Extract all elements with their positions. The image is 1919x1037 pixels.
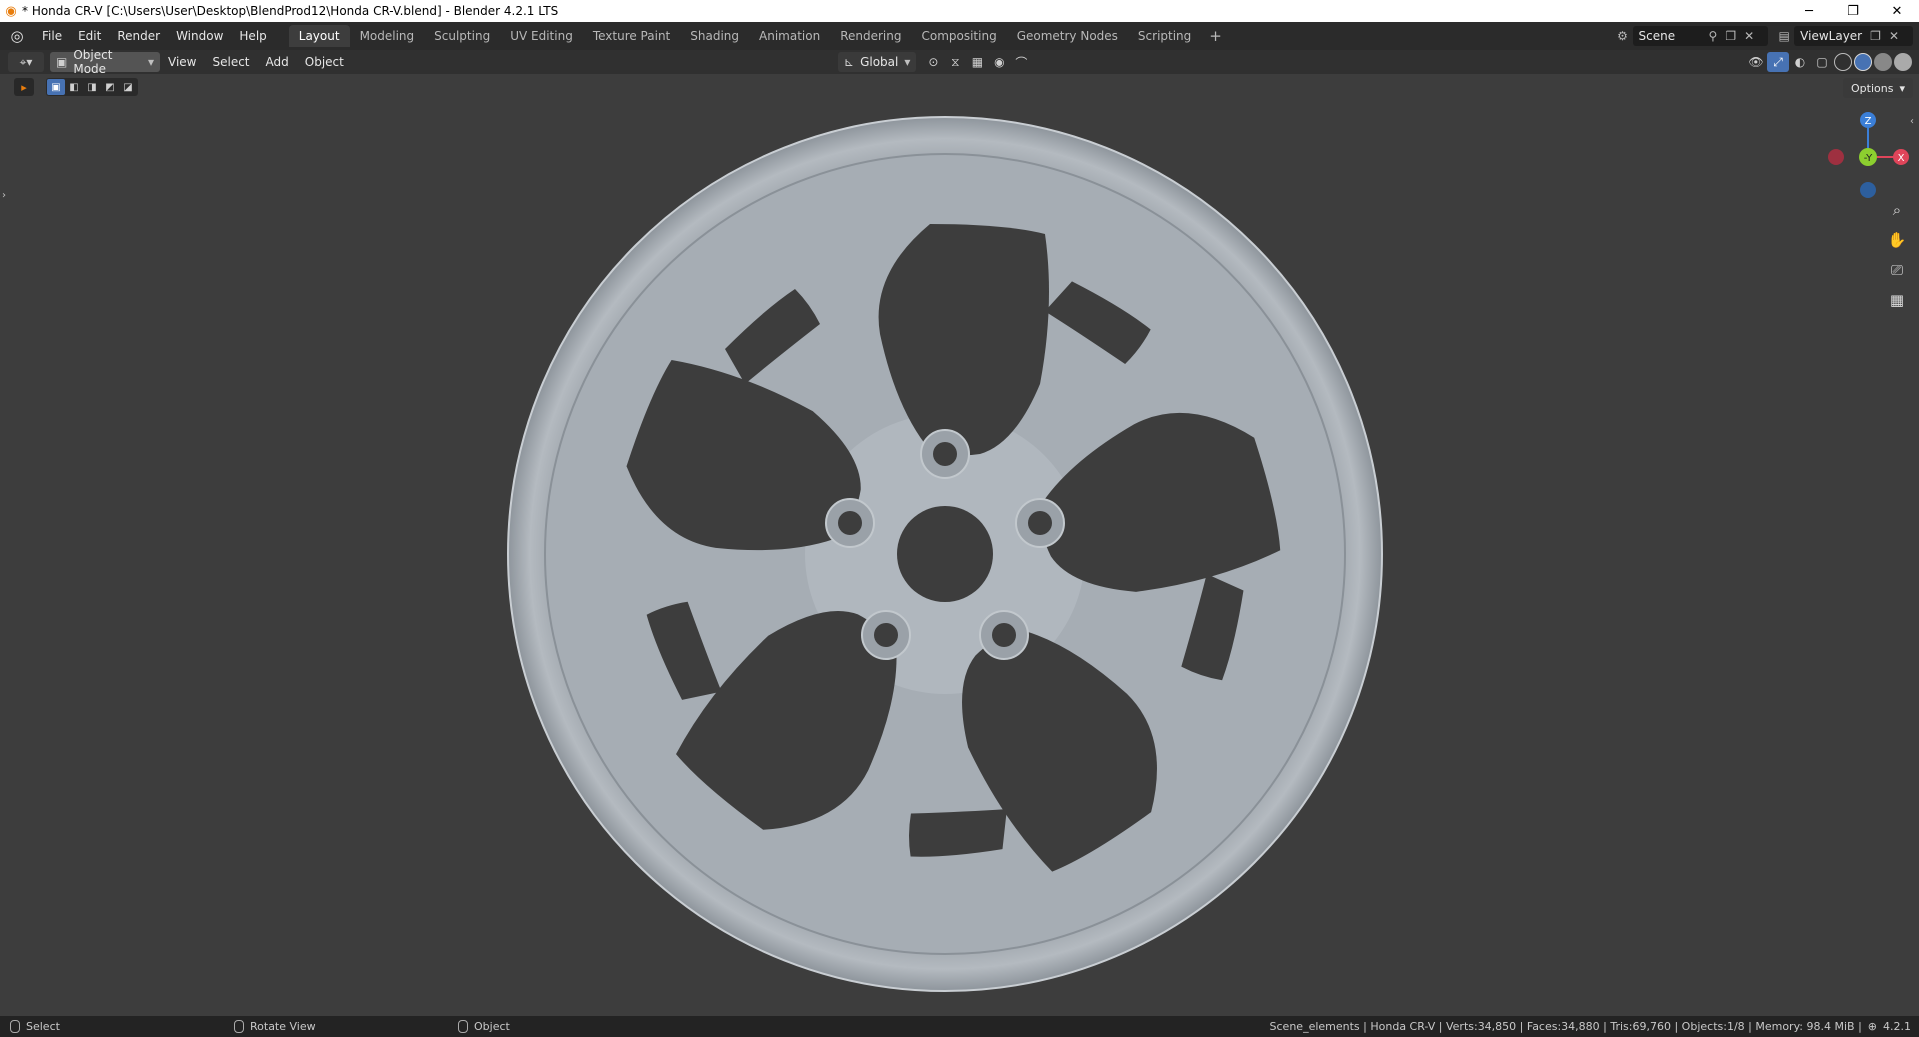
menu-add[interactable]: Add bbox=[258, 55, 297, 69]
delete-scene-icon[interactable]: ✕ bbox=[1744, 29, 1754, 43]
perspective-grid-icon[interactable]: ▦ bbox=[1882, 286, 1912, 314]
mouse-right-icon bbox=[458, 1020, 468, 1033]
view-layer-type-icon[interactable]: ▤ bbox=[1774, 26, 1794, 46]
status-select: Select bbox=[10, 1020, 224, 1033]
axis-z-label: Z bbox=[1865, 116, 1872, 127]
3d-viewport[interactable]: › ‹ bbox=[0, 74, 1919, 1016]
view-layer-name: ViewLayer bbox=[1800, 29, 1863, 43]
axis-neg-x-icon bbox=[1828, 149, 1844, 165]
axis-x-label: X bbox=[1898, 153, 1905, 164]
status-rotate-label: Rotate View bbox=[250, 1020, 316, 1033]
delete-view-layer-icon[interactable]: ✕ bbox=[1889, 29, 1899, 43]
maximize-button[interactable]: ❐ bbox=[1831, 0, 1875, 22]
mouse-left-icon bbox=[10, 1020, 20, 1033]
rendered-shading-icon[interactable] bbox=[1894, 53, 1912, 71]
solid-shading-icon[interactable] bbox=[1854, 53, 1872, 71]
camera-view-icon[interactable]: ⎚ bbox=[1882, 256, 1912, 284]
transform-controls: ⊾ Global ▾ ⊙ ⧖ ▦ ◉ ⌒ bbox=[838, 52, 1032, 72]
scene-stats-text: Scene_elements | Honda CR-V | Verts:34,8… bbox=[1269, 1020, 1862, 1033]
window-titlebar: ◉ * Honda CR-V [C:\Users\User\Desktop\Bl… bbox=[0, 0, 1919, 22]
viewport-header: ⌖▾ ▣ Object Mode ▾ View Select Add Objec… bbox=[0, 48, 1919, 76]
axis-y-label: -Y bbox=[1864, 153, 1873, 164]
menu-file[interactable]: File bbox=[34, 25, 70, 47]
view-layer-selector[interactable]: ViewLayer ❐ ✕ bbox=[1794, 26, 1913, 46]
close-button[interactable]: ✕ bbox=[1875, 0, 1919, 22]
tab-rendering[interactable]: Rendering bbox=[830, 25, 911, 47]
snap-icon[interactable]: ⧖ bbox=[944, 52, 966, 72]
add-workspace-button[interactable]: + bbox=[1201, 27, 1230, 45]
editor-type-button[interactable]: ⌖▾ bbox=[8, 52, 44, 72]
tab-scripting[interactable]: Scripting bbox=[1128, 25, 1201, 47]
tab-shading[interactable]: Shading bbox=[680, 25, 749, 47]
menu-view[interactable]: View bbox=[160, 55, 204, 69]
tab-uv-editing[interactable]: UV Editing bbox=[500, 25, 583, 47]
tab-texture-paint[interactable]: Texture Paint bbox=[583, 25, 680, 47]
object-mode-label: Object Mode bbox=[73, 48, 113, 76]
menu-select[interactable]: Select bbox=[204, 55, 257, 69]
status-object-label: Object bbox=[474, 1020, 510, 1033]
orientation-label: Global bbox=[860, 55, 899, 69]
workspace-tabs: Layout Modeling Sculpting UV Editing Tex… bbox=[288, 22, 1230, 50]
tab-compositing[interactable]: Compositing bbox=[911, 25, 1006, 47]
menu-render[interactable]: Render bbox=[109, 25, 168, 47]
mouse-middle-icon bbox=[234, 1020, 244, 1033]
xray-toggle-icon[interactable]: ▢ bbox=[1811, 52, 1833, 72]
visibility-icon[interactable]: 👁 bbox=[1745, 52, 1767, 72]
scene-selector[interactable]: Scene ⚲ ❐ ✕ bbox=[1632, 26, 1769, 46]
scene-statistics: Scene_elements | Honda CR-V | Verts:34,8… bbox=[1270, 1016, 1911, 1037]
toolbar-expand-icon[interactable]: › bbox=[2, 190, 6, 201]
pin-icon[interactable]: ⚲ bbox=[1709, 29, 1718, 43]
wireframe-shading-icon[interactable] bbox=[1834, 53, 1852, 71]
chevron-down-icon: ▾ bbox=[904, 55, 911, 69]
status-rotate: Rotate View bbox=[234, 1020, 448, 1033]
material-shading-icon[interactable] bbox=[1874, 53, 1892, 71]
orientation-icon: ⊾ bbox=[844, 55, 855, 69]
menu-edit[interactable]: Edit bbox=[70, 25, 109, 47]
window-title: * Honda CR-V [C:\Users\User\Desktop\Blen… bbox=[22, 4, 559, 18]
proportional-edit-icon[interactable]: ◉ bbox=[988, 52, 1010, 72]
viewport-shading-controls: 👁 ⤢ ◐ ▢ bbox=[1745, 52, 1913, 72]
status-object: Object bbox=[458, 1020, 510, 1033]
topbar-right: ⚙ Scene ⚲ ❐ ✕ ▤ ViewLayer ❐ ✕ bbox=[1613, 22, 1919, 50]
blender-app-icon: ◉ bbox=[5, 3, 17, 19]
status-select-label: Select bbox=[26, 1020, 60, 1033]
menu-object[interactable]: Object bbox=[297, 55, 352, 69]
tab-sculpting[interactable]: Sculpting bbox=[424, 25, 500, 47]
snap-grid-icon[interactable]: ▦ bbox=[966, 52, 988, 72]
tab-geometry-nodes[interactable]: Geometry Nodes bbox=[1007, 25, 1128, 47]
wheel-model[interactable] bbox=[0, 74, 1919, 1016]
globe-icon: ⊕ bbox=[1867, 1020, 1877, 1033]
axis-neg-z-icon bbox=[1860, 182, 1876, 198]
gizmo-toggle-icon[interactable]: ⤢ bbox=[1767, 52, 1789, 72]
object-mode-icon: ▣ bbox=[56, 55, 68, 69]
menu-help[interactable]: Help bbox=[231, 25, 274, 47]
zoom-icon[interactable]: ⌕ bbox=[1882, 196, 1912, 224]
blender-logo-icon[interactable]: ◎ bbox=[0, 22, 34, 50]
top-bar: ◎ File Edit Render Window Help Layout Mo… bbox=[0, 22, 1919, 50]
scene-name: Scene bbox=[1638, 29, 1676, 43]
version-label: 4.2.1 bbox=[1883, 1020, 1911, 1033]
menu-window[interactable]: Window bbox=[168, 25, 231, 47]
orientation-dropdown[interactable]: ⊾ Global ▾ bbox=[838, 52, 917, 72]
pivot-point-icon[interactable]: ⊙ bbox=[922, 52, 944, 72]
tab-animation[interactable]: Animation bbox=[749, 25, 830, 47]
tab-layout[interactable]: Layout bbox=[288, 25, 350, 47]
minimize-button[interactable]: ─ bbox=[1787, 0, 1831, 22]
scene-type-icon[interactable]: ⚙ bbox=[1613, 26, 1633, 46]
falloff-icon[interactable]: ⌒ bbox=[1010, 52, 1032, 72]
navigation-gizmo[interactable]: Z X -Y bbox=[1818, 106, 1918, 206]
chevron-down-icon: ▾ bbox=[147, 55, 154, 69]
new-view-layer-icon[interactable]: ❐ bbox=[1870, 29, 1881, 43]
overlay-toggle-icon[interactable]: ◐ bbox=[1789, 52, 1811, 72]
new-scene-icon[interactable]: ❐ bbox=[1725, 29, 1736, 43]
status-bar: Select Rotate View Object Scene_elements… bbox=[0, 1016, 1919, 1037]
tab-modeling[interactable]: Modeling bbox=[350, 25, 425, 47]
object-mode-dropdown[interactable]: ▣ Object Mode ▾ bbox=[50, 48, 160, 76]
pan-hand-icon[interactable]: ✋ bbox=[1882, 226, 1912, 254]
